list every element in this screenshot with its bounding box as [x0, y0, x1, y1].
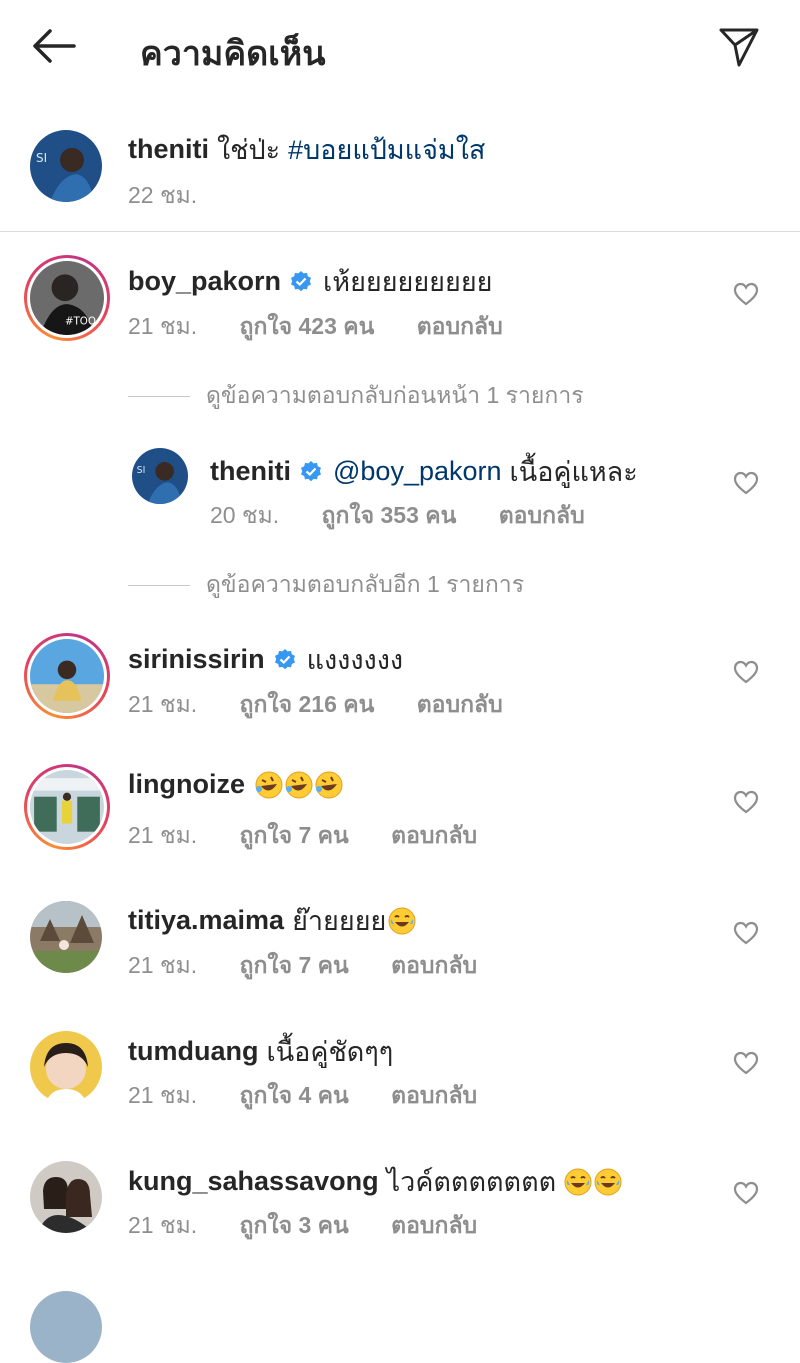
caption-text: theniti ใช่ป่ะ #บอยแป้มแจ่มใส	[128, 128, 485, 171]
reply-button[interactable]: ตอบกลับ	[391, 952, 477, 978]
caption-username[interactable]: theniti	[128, 134, 209, 165]
verified-badge-icon	[301, 460, 321, 481]
divider	[0, 231, 800, 232]
comment-time: 21 ชม.	[128, 1082, 198, 1108]
comment-text: sirinissirin แงงงงงง	[128, 638, 403, 681]
comment-body: ไวค์ตตตตตตต	[386, 1167, 557, 1197]
arrow-left-icon	[33, 29, 76, 63]
reply-mention[interactable]: @boy_pakorn	[333, 456, 502, 487]
heart-outline-icon[interactable]	[733, 1051, 759, 1075]
heart-outline-icon[interactable]	[733, 282, 759, 306]
comment-likes[interactable]: ถูกใจ 7 คน	[240, 952, 349, 978]
view-previous-replies-label: ดูข้อความตอบกลับก่อนหน้า 1 รายการ	[206, 382, 584, 408]
comment-body: เนื้อคู่ชัดๆๆ	[266, 1037, 394, 1067]
reply-time: 20 ชม.	[210, 502, 280, 528]
comment-username[interactable]: lingnoize	[128, 769, 245, 800]
comment-text: kung_sahassavong ไวค์ตตตตตตต	[128, 1160, 622, 1203]
heart-outline-icon[interactable]	[733, 660, 759, 684]
verified-badge-icon	[291, 270, 312, 291]
rolling-laughing-emoji	[315, 771, 343, 798]
verified-badge-icon	[274, 648, 295, 669]
view-more-replies[interactable]: ดูข้อความตอบกลับอีก 1 รายการ	[128, 567, 524, 603]
heart-outline-icon[interactable]	[733, 790, 759, 814]
share-button[interactable]	[714, 22, 764, 72]
comment-likes[interactable]: ถูกใจ 423 คน	[240, 313, 375, 339]
reply-likes[interactable]: ถูกใจ 353 คน	[322, 502, 457, 528]
comment-meta: 21 ชม. ถูกใจ 423 คน ตอบกลับ	[128, 309, 539, 345]
avatar[interactable]: #TOO	[24, 255, 110, 341]
comment-text: boy_pakorn เห้ยยยยยยยยย	[128, 260, 492, 303]
comment-likes[interactable]: ถูกใจ 216 คน	[240, 691, 375, 717]
comment-body: เห้ยยยยยยยยย	[323, 267, 493, 297]
reply-text: theniti @boy_pakorn เนื้อคู่แหละ	[210, 450, 638, 493]
comment-username[interactable]: kung_sahassavong	[128, 1166, 379, 1197]
heart-outline-icon[interactable]	[733, 471, 759, 495]
reply-button[interactable]: ตอบกลับ	[417, 313, 503, 339]
comment-username[interactable]: sirinissirin	[128, 644, 265, 675]
reply-body: เนื้อคู่แหละ	[509, 457, 638, 487]
caption-time: 22 ชม.	[128, 182, 198, 208]
tears-of-joy-emoji	[564, 1168, 592, 1195]
view-more-replies-label: ดูข้อความตอบกลับอีก 1 รายการ	[206, 571, 525, 597]
view-previous-replies[interactable]: ดูข้อความตอบกลับก่อนหน้า 1 รายการ	[128, 378, 584, 414]
svg-text:SI: SI	[36, 151, 47, 165]
reply-button[interactable]: ตอบกลับ	[417, 691, 503, 717]
comment-body: ย๊ายยยย	[292, 906, 387, 936]
comment-body: แงงงงงง	[306, 645, 404, 675]
caption-hashtag[interactable]: #บอยแป้มแจ่มใส	[288, 128, 485, 171]
avatar[interactable]	[30, 901, 102, 973]
tears-of-joy-emoji	[594, 1168, 622, 1195]
comment-likes[interactable]: ถูกใจ 7 คน	[240, 822, 349, 848]
comment-likes[interactable]: ถูกใจ 4 คน	[240, 1082, 349, 1108]
comment-time: 21 ชม.	[128, 1212, 198, 1238]
tears-of-joy-emoji	[388, 907, 416, 934]
reply-username[interactable]: theniti	[210, 456, 291, 487]
reply-button[interactable]: ตอบกลับ	[391, 1212, 477, 1238]
svg-text:SI: SI	[137, 465, 146, 476]
page-title: ความคิดเห็น	[140, 35, 326, 73]
comment-meta: 21 ชม. ถูกใจ 7 คน ตอบกลับ	[128, 948, 513, 984]
reply-button[interactable]: ตอบกลับ	[499, 502, 585, 528]
avatar[interactable]	[30, 1031, 102, 1103]
caption-body: ใช่ป่ะ	[217, 135, 281, 165]
heart-outline-icon[interactable]	[733, 1181, 759, 1205]
heart-outline-icon[interactable]	[733, 921, 759, 945]
reply-button[interactable]: ตอบกลับ	[391, 822, 477, 848]
comment-time: 21 ชม.	[128, 952, 198, 978]
avatar[interactable]: SI	[30, 130, 102, 202]
comment-time: 21 ชม.	[128, 691, 198, 717]
divider	[128, 584, 190, 586]
avatar[interactable]: SI	[132, 448, 188, 504]
comment-meta: 21 ชม. ถูกใจ 216 คน ตอบกลับ	[128, 687, 539, 723]
comment-likes[interactable]: ถูกใจ 3 คน	[240, 1212, 349, 1238]
divider	[128, 395, 190, 397]
reply-meta: 20 ชม. ถูกใจ 353 คน ตอบกลับ	[210, 498, 621, 534]
comment-time: 21 ชม.	[128, 822, 198, 848]
comment-meta: 21 ชม. ถูกใจ 3 คน ตอบกลับ	[128, 1208, 513, 1244]
svg-text:#TOO: #TOO	[65, 316, 96, 328]
avatar[interactable]	[30, 1161, 102, 1233]
header-bar: ความคิดเห็น	[0, 0, 800, 96]
comment-time: 21 ชม.	[128, 313, 198, 339]
comment-username[interactable]: tumduang	[128, 1036, 258, 1067]
comment-text: lingnoize	[128, 769, 343, 800]
comment-username[interactable]: boy_pakorn	[128, 266, 281, 297]
avatar[interactable]	[24, 633, 110, 719]
rolling-laughing-emoji	[285, 771, 313, 798]
rolling-laughing-emoji	[255, 771, 283, 798]
back-button[interactable]	[28, 24, 80, 68]
reply-button[interactable]: ตอบกลับ	[391, 1082, 477, 1108]
comment-text: titiya.maima ย๊ายยยย	[128, 899, 416, 942]
comment-text: tumduang เนื้อคู่ชัดๆๆ	[128, 1030, 393, 1073]
caption-meta: 22 ชม.	[128, 178, 233, 214]
comment-meta: 21 ชม. ถูกใจ 4 คน ตอบกลับ	[128, 1078, 513, 1114]
comment-username[interactable]: titiya.maima	[128, 905, 284, 936]
avatar[interactable]	[24, 764, 110, 850]
paper-plane-icon	[719, 28, 759, 67]
comment-meta: 21 ชม. ถูกใจ 7 คน ตอบกลับ	[128, 818, 513, 854]
